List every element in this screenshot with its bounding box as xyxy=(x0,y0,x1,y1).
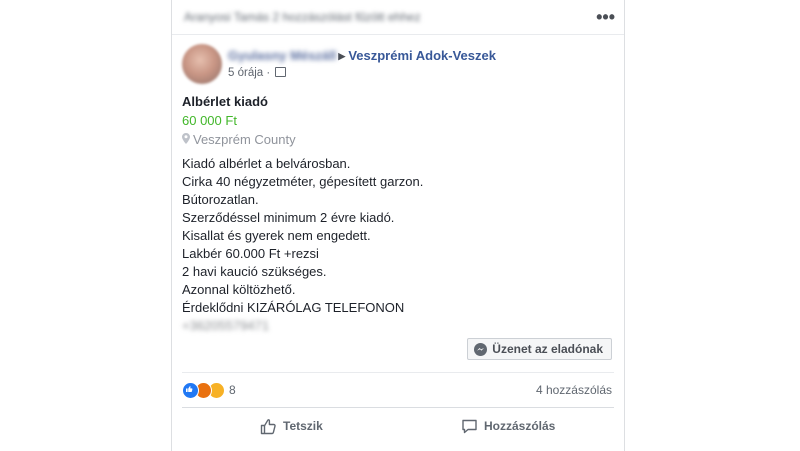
post-card: Aranyosi Tamás 2 hozzászólást fűzött ehh… xyxy=(171,0,625,451)
listing-title: Albérlet kiadó xyxy=(182,94,268,109)
audience-icon[interactable] xyxy=(275,67,287,77)
divider xyxy=(172,34,624,35)
description-line: Bútorozatlan. xyxy=(182,192,259,207)
reactions-summary[interactable]: 8 xyxy=(182,381,236,399)
description-line: Lakbér 60.000 Ft +rezsi xyxy=(182,246,319,261)
author-name-link[interactable]: Gyulasny Mészáll xyxy=(228,48,336,63)
description-line: Azonnal költözhető. xyxy=(182,282,296,297)
like-reaction-icon xyxy=(182,381,199,399)
location-pin-icon xyxy=(182,133,190,147)
message-seller-button[interactable]: Üzenet az eladónak xyxy=(467,338,612,360)
description-line: Szerződéssel minimum 2 évre kiadó. xyxy=(182,210,395,225)
like-label: Tetszik xyxy=(283,419,323,433)
comment-label: Hozzászólás xyxy=(484,419,556,433)
listing-description: Kiadó albérlet a belvárosban. Cirka 40 n… xyxy=(182,155,423,335)
comment-button[interactable]: Hozzászólás xyxy=(461,414,555,438)
description-line: Kiadó albérlet a belvárosban. xyxy=(182,156,351,171)
caret-right-icon: ▶ xyxy=(338,51,346,61)
more-options-icon[interactable]: ••• xyxy=(596,8,615,26)
location-text: Veszprém County xyxy=(193,132,296,147)
comment-bubble-icon xyxy=(462,419,477,433)
divider xyxy=(182,372,614,373)
description-line: Cirka 40 négyzetméter, gépesített garzon… xyxy=(182,174,424,189)
message-seller-label: Üzenet az eladónak xyxy=(492,342,603,356)
post-meta: 5 órája · xyxy=(228,67,287,79)
reaction-count: 8 xyxy=(229,383,236,397)
divider xyxy=(182,407,614,408)
listing-price: 60 000 Ft xyxy=(182,113,237,128)
comment-count-link[interactable]: 4 hozzászólás xyxy=(536,383,612,397)
description-line: Kisallat és gyerek nem engedett. xyxy=(182,228,371,243)
activity-header: Aranyosi Tamás 2 hozzászólást fűzött ehh… xyxy=(184,10,421,24)
like-button[interactable]: Tetszik xyxy=(260,414,323,438)
description-line: Érdeklődni KIZÁRÓLAG TELEFONON xyxy=(182,300,405,315)
post-author-line: Gyulasny Mészáll ▶ Veszprémi Adok-Veszek xyxy=(228,48,496,63)
group-name-link[interactable]: Veszprémi Adok-Veszek xyxy=(348,48,496,63)
post-timestamp[interactable]: 5 órája xyxy=(228,67,263,79)
thumbs-up-icon xyxy=(260,418,276,434)
avatar[interactable] xyxy=(182,44,222,84)
phone-number: +36205579471 xyxy=(182,318,270,333)
description-line: 2 havi kaució szükséges. xyxy=(182,264,327,279)
messenger-icon xyxy=(474,342,488,356)
listing-location: Veszprém County xyxy=(182,132,296,147)
